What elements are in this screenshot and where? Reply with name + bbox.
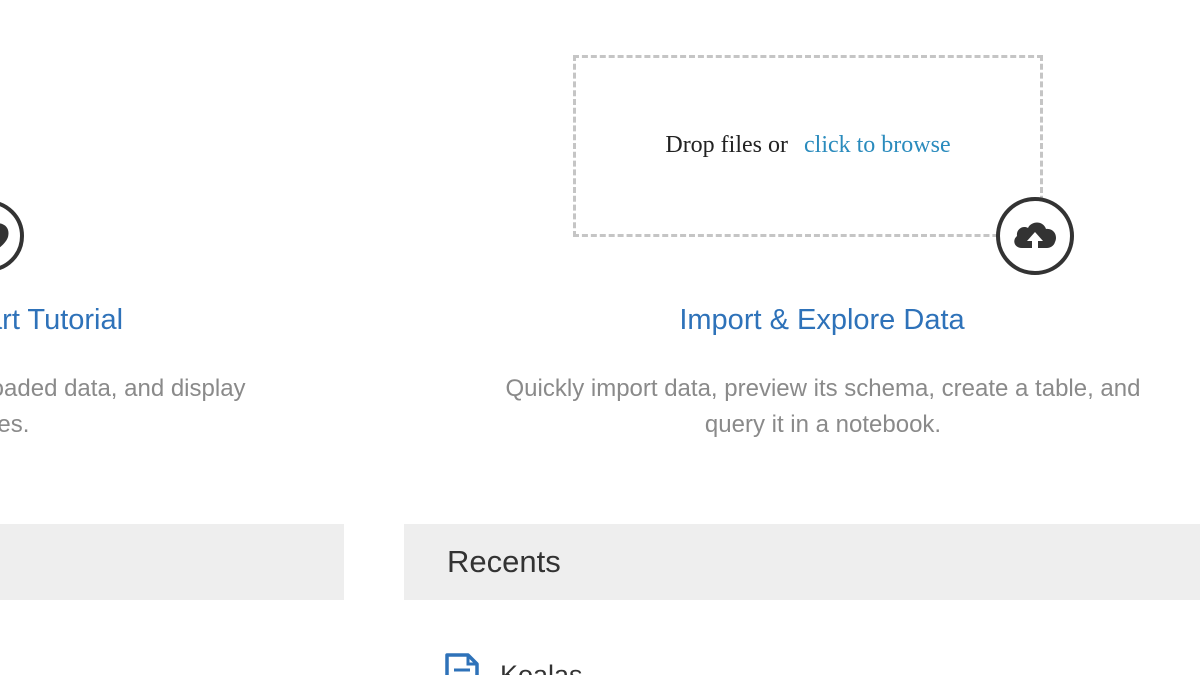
dropzone-text: Drop files or [665, 131, 788, 158]
file-dropzone[interactable]: Drop files or click to browse [573, 55, 1043, 237]
quickstart-description: reloaded data, and display nutes. [0, 375, 246, 438]
import-description: Quickly import data, preview its schema,… [505, 375, 1141, 438]
recent-item[interactable]: Koalas [444, 652, 583, 675]
recent-item-label: Koalas [500, 660, 583, 675]
left-section-header [0, 524, 344, 600]
import-explore-data-link[interactable]: Import & Explore Data [0, 304, 1200, 337]
browse-files-link[interactable]: click to browse [804, 132, 951, 159]
recents-title: Recents [447, 544, 561, 579]
quickstart-icon [0, 200, 24, 272]
home-page: tart Tutorial reloaded data, and display… [0, 0, 1200, 675]
recents-header: Recents [404, 524, 1200, 600]
quickstart-card: tart Tutorial reloaded data, and display… [0, 0, 360, 460]
cloud-upload-icon[interactable] [996, 197, 1074, 275]
notebook-icon [444, 652, 480, 675]
